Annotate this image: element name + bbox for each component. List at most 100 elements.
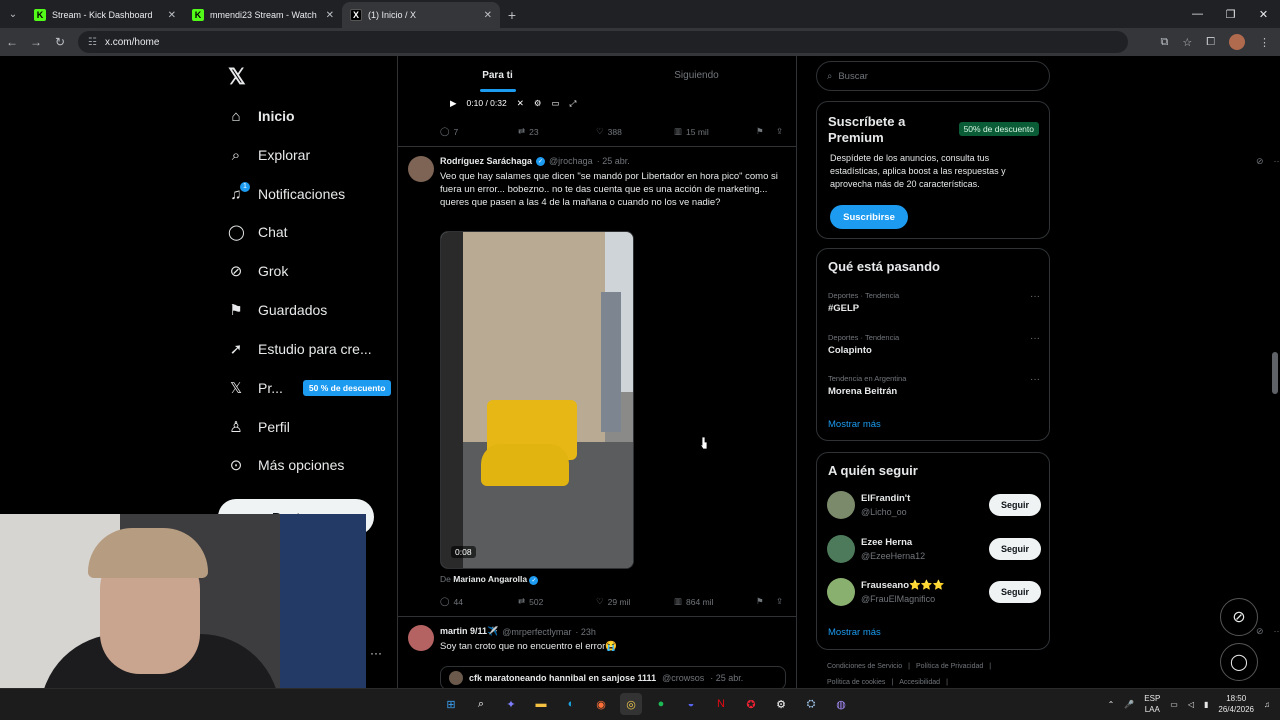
grok-float-button[interactable]: ⊘ [1220,598,1258,636]
new-tab-button[interactable]: + [500,2,524,28]
footer-link[interactable]: Condiciones de Servicio [827,663,902,670]
app-icon[interactable]: ✪ [740,693,762,715]
more-icon[interactable]: ··· [1030,374,1040,385]
browser-tab[interactable]: K Stream - Kick Dashboard ✕ [26,2,184,28]
more-icon[interactable]: ··· [1030,333,1040,344]
nav-grok[interactable]: ⊘ Grok [228,256,289,286]
browser-tab[interactable]: K mmendi23 Stream - Watch Live ✕ [184,2,342,28]
pip-icon[interactable]: ▭ [551,98,559,109]
nav-bookmarks[interactable]: ⚑ Guardados [228,295,327,325]
follow-suggestion[interactable]: ElFrandin't @Licho_oo Seguir [827,491,1041,521]
page-scrollbar[interactable] [1272,352,1278,394]
fullscreen-icon[interactable]: ⤢ [570,98,577,109]
close-tab-icon[interactable]: ✕ [326,10,334,21]
post-time[interactable]: · 25 abr. [597,156,630,166]
notification-bell-icon[interactable]: ♫ [1264,700,1270,709]
site-info-icon[interactable]: ☷ [88,37,97,48]
network-icon[interactable]: ▭ [1170,700,1178,709]
post-time[interactable]: · 23h [575,627,596,637]
play-icon[interactable]: ▶ [450,98,457,109]
language-indicator[interactable]: ESP LAA [1144,693,1160,715]
menu-icon[interactable]: ⋮ [1259,36,1270,49]
reply-button[interactable]: ◯ 44 [440,596,518,607]
edge-icon[interactable]: ◐ [560,693,582,715]
views-button[interactable]: ▥ 15 mil [674,126,756,137]
back-icon[interactable]: ← [0,35,24,49]
steam-icon[interactable]: ⛭ [800,693,822,715]
settings-icon[interactable]: ⚙ [534,98,542,109]
follow-suggestion[interactable]: Frauseano⭐⭐⭐ @FrauElMagnifico Seguir [827,578,1041,608]
bookmark-icon[interactable]: ⚑ [756,596,776,607]
start-icon[interactable]: ⊞ [440,693,462,715]
subscribe-button[interactable]: Suscribirse [830,205,908,229]
author-handle[interactable]: @mrperfectlymar [502,627,571,637]
show-more-link[interactable]: Mostrar más [828,419,881,430]
mute-icon[interactable]: ✕ [517,98,524,109]
post-video[interactable]: 0:08 [440,231,634,569]
x-logo-icon[interactable]: 𝕏 [228,64,246,90]
nav-profile[interactable]: ♙ Perfil [228,412,290,442]
grok-icon[interactable]: ⊘ [1256,626,1264,637]
search-input[interactable]: ⌕ Buscar [816,61,1050,91]
battery-icon[interactable]: ▮ [1204,700,1208,709]
trend-item[interactable]: Tendencia en Argentina Morena Beitrán ··… [828,374,1040,397]
views-button[interactable]: ▥ 864 mil [674,596,756,607]
show-more-link[interactable]: Mostrar más [828,627,881,638]
close-tab-icon[interactable]: ✕ [168,10,176,21]
nav-premium[interactable]: 𝕏 Pr... 50 % de descuento [228,373,392,403]
more-icon[interactable]: ··· [1274,156,1280,167]
footer-link[interactable]: Política de cookies [827,679,885,686]
reply-button[interactable]: ◯ 7 [440,126,518,137]
nav-more[interactable]: ⊙ Más opciones [228,450,345,480]
profile-avatar[interactable] [1229,34,1245,50]
chrome-icon[interactable]: ◎ [620,693,642,715]
star-icon[interactable]: ☆ [1182,36,1192,49]
nav-creator-studio[interactable]: ➚ Estudio para cre... [228,334,372,364]
follow-button[interactable]: Seguir [989,538,1041,560]
file-explorer-icon[interactable]: ▬ [530,693,552,715]
discord-icon[interactable]: ◒ [680,693,702,715]
browser-tab-active[interactable]: X (1) Inicio / X ✕ [342,2,500,28]
bookmark-icon[interactable]: ⚑ [756,126,776,137]
author-handle[interactable]: @jrochaga [549,156,593,166]
author-name[interactable]: Rodríguez Saráchaga [440,156,532,166]
firefox-icon[interactable]: ◉ [590,693,612,715]
footer-link[interactable]: Accesibilidad [899,679,940,686]
quoted-post[interactable]: cfk maratoneando hannibal en sanjose 111… [440,666,786,688]
nav-chat[interactable]: ◯ Chat [228,217,288,247]
app-icon[interactable]: ◍ [830,693,852,715]
netflix-icon[interactable]: N [710,693,732,715]
like-button[interactable]: ♡ 388 [596,126,674,137]
avatar[interactable] [408,156,434,182]
more-icon[interactable]: ··· [1030,291,1040,302]
trend-item[interactable]: Deportes · Tendencia Colapinto ··· [828,333,1040,356]
clock[interactable]: 18:50 26/4/2026 [1218,693,1254,715]
trend-item[interactable]: Deportes · Tendencia #GELP ··· [828,291,1040,314]
settings-icon[interactable]: ⚙ [770,693,792,715]
footer-link[interactable]: Política de Privacidad [916,663,983,670]
nav-home[interactable]: ⌂ Inicio [228,101,294,131]
minimize-icon[interactable]: — [1181,0,1214,28]
grok-icon[interactable]: ⊘ [1256,156,1264,167]
reload-icon[interactable]: ↻ [48,35,72,49]
maximize-icon[interactable]: ❐ [1214,0,1247,28]
repost-button[interactable]: ⇄ 23 [518,126,596,137]
spotify-icon[interactable]: ● [650,693,672,715]
close-window-icon[interactable]: ✕ [1247,0,1280,28]
nav-explore[interactable]: ⌕ Explorar [228,140,310,170]
author-name[interactable]: martin 9/11✈️ [440,626,498,637]
close-tab-icon[interactable]: ✕ [484,10,492,21]
tab-search-icon[interactable]: ⌄ [0,0,26,28]
chat-float-button[interactable]: ◯ [1220,643,1258,681]
extensions-icon[interactable]: ⧠ [1206,36,1215,49]
copilot-icon[interactable]: ✦ [500,693,522,715]
volume-icon[interactable]: ◁ [1188,700,1194,709]
follow-button[interactable]: Seguir [989,581,1041,603]
microphone-icon[interactable]: 🎤 [1124,700,1134,709]
avatar[interactable] [408,625,434,651]
chevron-up-icon[interactable]: ⌃ [1108,700,1115,709]
tab-for-you[interactable]: Para ti [398,56,597,94]
tab-following[interactable]: Siguiendo [597,56,796,94]
cast-icon[interactable]: ⧉ [1160,36,1168,49]
attribution-name[interactable]: Mariano Angarolla [453,574,527,584]
